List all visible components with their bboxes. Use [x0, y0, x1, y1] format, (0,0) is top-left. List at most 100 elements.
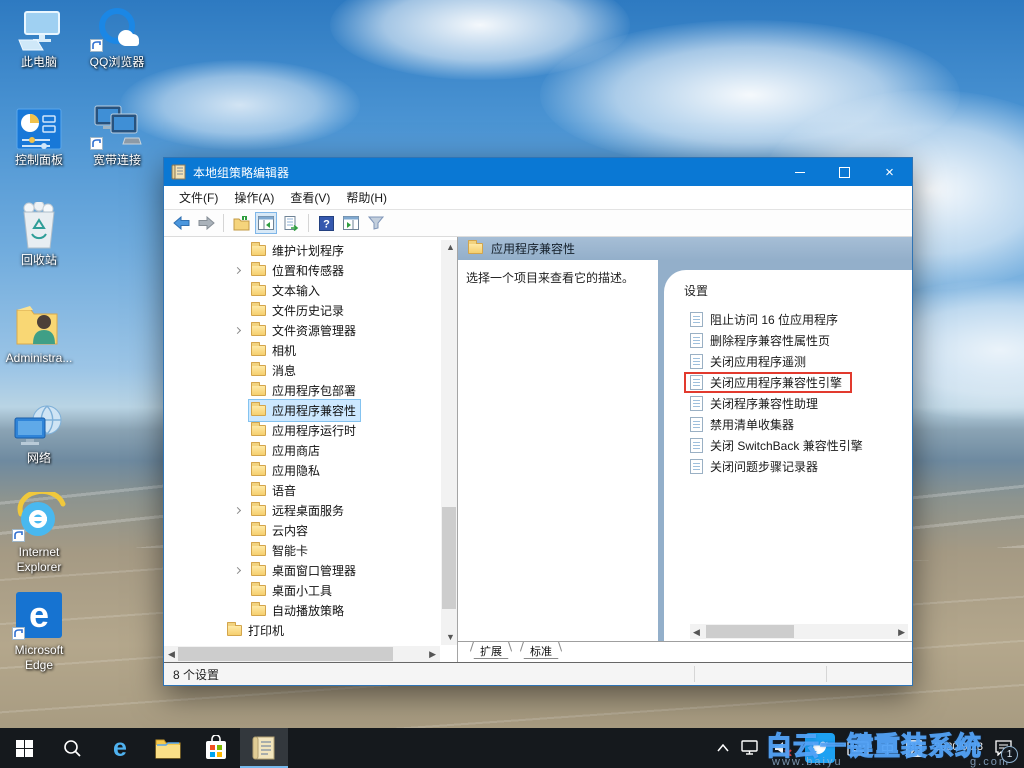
ime-language-indicator[interactable]: 拼 — [900, 728, 928, 768]
tree-item[interactable]: 自动播放策略 — [164, 600, 440, 620]
settings-horizontal-scrollbar[interactable]: ◀ ▶ — [690, 624, 908, 639]
twitter-icon — [805, 733, 835, 763]
desktop-icon-qq-browser[interactable]: QQ浏览器 — [78, 6, 156, 70]
action-center-icon[interactable] — [989, 728, 1024, 768]
show-console-tree-button[interactable] — [255, 212, 277, 234]
setting-item[interactable]: 阻止访问 16 位应用程序 — [684, 309, 904, 330]
setting-label: 关闭应用程序遥测 — [710, 353, 806, 370]
setting-item[interactable]: 关闭 SwitchBack 兼容性引擎 — [684, 435, 904, 456]
back-button[interactable] — [170, 212, 192, 234]
tree-vertical-scrollbar[interactable]: ▲ ▼ — [441, 240, 457, 645]
menu-bar: 文件(F) 操作(A) 查看(V) 帮助(H) — [164, 186, 912, 210]
tree-item[interactable]: 文件历史记录 — [164, 300, 440, 320]
tab-standard[interactable]: 标准 — [516, 642, 566, 659]
tab-extended[interactable]: 扩展 — [466, 642, 516, 659]
desktop-icon-label: 此电脑 — [0, 55, 78, 70]
tree-item[interactable]: 消息 — [164, 360, 440, 380]
tree-item[interactable]: 远程桌面服务 — [164, 500, 440, 520]
desktop-icon-broadband[interactable]: 宽带连接 — [78, 104, 156, 168]
show-action-pane-button[interactable] — [340, 212, 362, 234]
tree-item[interactable]: 维护计划程序 — [164, 240, 440, 260]
setting-item[interactable]: 关闭程序兼容性助理 — [684, 393, 904, 414]
tree-item[interactable]: 智能卡 — [164, 540, 440, 560]
desktop-icon-internet-explorer[interactable]: Internet Explorer — [0, 496, 78, 575]
folder-icon — [251, 585, 266, 596]
up-one-level-button[interactable] — [230, 212, 252, 234]
settings-panel: 设置 阻止访问 16 位应用程序 删除程序兼容性属性页 关闭应用程序遥测 关闭应… — [658, 260, 912, 641]
folder-icon — [251, 545, 266, 556]
tree-item[interactable]: 语音 — [164, 480, 440, 500]
tray-chevron-up-icon[interactable] — [711, 728, 735, 768]
forward-button[interactable] — [195, 212, 217, 234]
setting-item-highlighted[interactable]: 关闭应用程序兼容性引擎 — [684, 372, 904, 393]
tree-item[interactable]: 位置和传感器 — [164, 260, 440, 280]
chevron-right-icon[interactable] — [226, 508, 248, 513]
setting-item[interactable]: 禁用清单收集器 — [684, 414, 904, 435]
tree-item[interactable]: 应用程序包部署 — [164, 380, 440, 400]
titlebar[interactable]: 本地组策略编辑器 × — [164, 158, 912, 186]
filter-button[interactable] — [365, 212, 387, 234]
desktop-icon-recycle-bin[interactable]: 回收站 — [0, 204, 78, 268]
tree-item-label: 应用程序包部署 — [272, 382, 356, 399]
tree-item[interactable]: 相机 — [164, 340, 440, 360]
taskbar-gpedit-button[interactable] — [240, 728, 288, 768]
start-button[interactable] — [0, 728, 48, 768]
taskbar-clock[interactable]: 2020/9/28 — [928, 728, 989, 768]
tree-item[interactable]: 应用商店 — [164, 440, 440, 460]
tree-item[interactable]: 应用程序运行时 — [164, 420, 440, 440]
tree-item[interactable]: 桌面窗口管理器 — [164, 560, 440, 580]
menu-action[interactable]: 操作(A) — [227, 186, 281, 209]
taskbar-store-button[interactable] — [192, 728, 240, 768]
desktop-icon-this-pc[interactable]: 此电脑 — [0, 6, 78, 70]
volume-muted-icon[interactable] — [767, 728, 799, 768]
tree-item[interactable]: 文本输入 — [164, 280, 440, 300]
scroll-right-icon[interactable]: ▶ — [429, 650, 436, 659]
menu-help[interactable]: 帮助(H) — [339, 186, 394, 209]
scrollbar-thumb[interactable] — [178, 647, 393, 661]
desktop-icon-microsoft-edge[interactable]: e Microsoft Edge — [0, 594, 78, 673]
description-panel: 选择一个项目来查看它的描述。 — [458, 260, 658, 641]
tree-item-selected[interactable]: 应用程序兼容性 — [164, 400, 440, 420]
scroll-right-icon[interactable]: ▶ — [898, 627, 905, 638]
menu-file[interactable]: 文件(F) — [172, 186, 225, 209]
touch-keyboard-icon[interactable] — [841, 728, 875, 768]
taskbar-file-explorer-button[interactable] — [144, 728, 192, 768]
tree-horizontal-scrollbar[interactable]: ◀ ▶ — [164, 646, 440, 662]
setting-item[interactable]: 关闭问题步骤记录器 — [684, 456, 904, 477]
taskbar-edge-button[interactable]: e — [96, 728, 144, 768]
desktop-icon-control-panel[interactable]: 控制面板 — [0, 104, 78, 168]
help-button[interactable]: ? — [315, 212, 337, 234]
tree-item[interactable]: 应用隐私 — [164, 460, 440, 480]
scroll-up-icon[interactable]: ▲ — [446, 243, 455, 252]
scroll-left-icon[interactable]: ◀ — [168, 650, 175, 659]
tree-item-label: 打印机 — [248, 622, 284, 639]
scrollbar-thumb[interactable] — [706, 625, 794, 638]
chevron-right-icon[interactable] — [226, 328, 248, 333]
maximize-button[interactable] — [822, 158, 867, 186]
menu-view[interactable]: 查看(V) — [283, 186, 337, 209]
folder-icon — [251, 325, 266, 336]
tree-item[interactable]: 桌面小工具 — [164, 580, 440, 600]
setting-item[interactable]: 删除程序兼容性属性页 — [684, 330, 904, 351]
chevron-right-icon[interactable] — [226, 568, 248, 573]
ime-mode-indicator[interactable]: 中 — [875, 728, 900, 768]
scrollbar-thumb[interactable] — [442, 507, 456, 608]
tree-item[interactable]: 打印机 — [164, 620, 440, 640]
scroll-down-icon[interactable]: ▼ — [446, 633, 455, 642]
setting-item[interactable]: 关闭应用程序遥测 — [684, 351, 904, 372]
taskbar-twitter-button[interactable] — [799, 728, 841, 768]
export-list-button[interactable] — [280, 212, 302, 234]
desktop-icon-admin-folder[interactable]: Administra... — [0, 302, 78, 366]
system-tray: 中 拼 2020/9/28 — [711, 728, 1024, 768]
search-button[interactable] — [48, 728, 96, 768]
scroll-left-icon[interactable]: ◀ — [693, 627, 700, 638]
minimize-button[interactable] — [777, 158, 822, 186]
desktop-icon-network[interactable]: 网络 — [0, 402, 78, 466]
shortcut-arrow-icon — [12, 627, 25, 640]
chevron-right-icon[interactable] — [226, 268, 248, 273]
tree-item[interactable]: 云内容 — [164, 520, 440, 540]
network-status-icon[interactable] — [735, 728, 767, 768]
close-button[interactable]: × — [867, 158, 912, 186]
tree-item[interactable]: 文件资源管理器 — [164, 320, 440, 340]
red-highlight-box: 关闭应用程序兼容性引擎 — [684, 372, 852, 393]
